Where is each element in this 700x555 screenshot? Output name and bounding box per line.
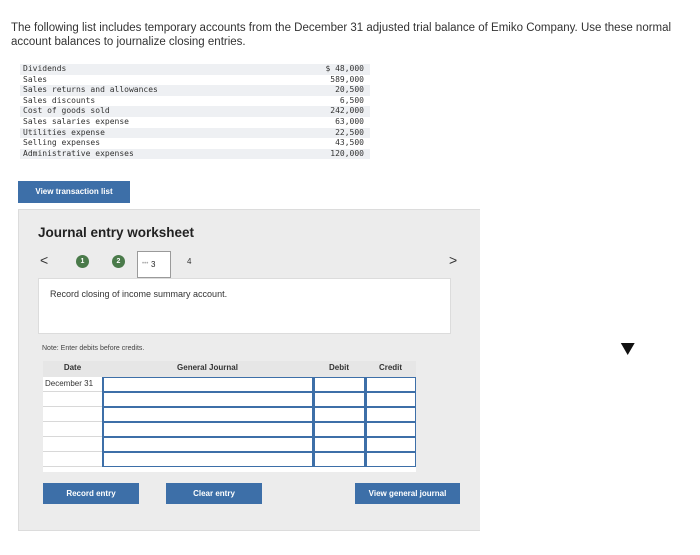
credit-input[interactable] [365, 392, 416, 407]
instruction-box: Record closing of income summary account… [38, 278, 451, 334]
account-amount: 43,500 [335, 138, 364, 148]
account-amount: 242,000 [330, 106, 364, 116]
column-header-date: Date [43, 361, 102, 377]
account-amount: $ 48,000 [325, 64, 364, 73]
list-item: Cost of goods sold 242,000 [20, 106, 370, 117]
list-item: Sales 589,000 [20, 75, 370, 86]
step-3-label: 3 [151, 260, 156, 269]
step-connector-icon: ••• [142, 261, 149, 267]
credit-input[interactable] [365, 452, 416, 467]
date-cell: December 31 [43, 377, 102, 392]
account-name: Sales salaries expense [23, 116, 129, 126]
previous-step-icon[interactable]: < [40, 252, 48, 268]
step-1-badge[interactable]: 1 [76, 255, 89, 268]
general-journal-input[interactable] [102, 407, 313, 422]
account-amount: 22,500 [335, 127, 364, 137]
table-row [43, 422, 416, 437]
table-row [43, 452, 416, 467]
general-journal-input[interactable] [102, 377, 313, 392]
credit-input[interactable] [365, 377, 416, 392]
mouse-cursor-icon [617, 336, 635, 356]
view-general-journal-button[interactable]: View general journal [355, 483, 460, 504]
account-amount: 63,000 [335, 116, 364, 126]
account-name: Selling expenses [23, 138, 101, 148]
account-name: Utilities expense [23, 127, 105, 137]
list-item: Sales salaries expense 63,000 [20, 117, 370, 128]
credit-input[interactable] [365, 437, 416, 452]
account-amount: 589,000 [330, 74, 364, 84]
step-3-current[interactable]: ••• 3 [137, 251, 171, 278]
date-cell [43, 422, 102, 437]
journal-table: Date General Journal Debit Credit Decemb… [43, 361, 416, 472]
date-cell [43, 407, 102, 422]
step-2-badge[interactable]: 2 [112, 255, 125, 268]
worksheet-title: Journal entry worksheet [38, 225, 195, 240]
credit-input[interactable] [365, 422, 416, 437]
record-entry-button[interactable]: Record entry [43, 483, 139, 504]
account-name: Sales discounts [23, 95, 96, 105]
general-journal-input[interactable] [102, 422, 313, 437]
list-item: Selling expenses 43,500 [20, 138, 370, 149]
table-row [43, 407, 416, 422]
debit-input[interactable] [313, 422, 365, 437]
clear-entry-button[interactable]: Clear entry [166, 483, 262, 504]
table-row [43, 392, 416, 407]
list-item: Sales returns and allowances 20,500 [20, 85, 370, 96]
account-name: Cost of goods sold [23, 106, 110, 116]
step-4-label[interactable]: 4 [187, 257, 191, 266]
general-journal-input[interactable] [102, 452, 313, 467]
trial-balance-list: Dividends $ 48,000 Sales 589,000 Sales r… [20, 64, 370, 160]
general-journal-input[interactable] [102, 392, 313, 407]
account-name: Dividends [23, 64, 67, 73]
column-header-debit: Debit [313, 361, 365, 377]
list-item: Utilities expense 22,500 [20, 127, 370, 139]
table-row: December 31 [43, 377, 416, 392]
account-name: Sales returns and allowances [23, 85, 158, 95]
account-amount: 120,000 [330, 148, 364, 158]
list-item: Dividends $ 48,000 [20, 64, 370, 75]
entry-note: Note: Enter debits before credits. [42, 345, 145, 352]
table-row [43, 437, 416, 452]
debit-input[interactable] [313, 392, 365, 407]
list-item: Sales discounts 6,500 [20, 96, 370, 107]
list-item: Administrative expenses 120,000 [20, 148, 370, 160]
date-cell [43, 392, 102, 407]
date-cell [43, 452, 102, 467]
debit-input[interactable] [313, 377, 365, 392]
general-journal-input[interactable] [102, 437, 313, 452]
debit-input[interactable] [313, 407, 365, 422]
account-name: Administrative expenses [23, 148, 134, 158]
view-transaction-list-button[interactable]: View transaction list [18, 181, 130, 203]
problem-prompt: The following list includes temporary ac… [11, 22, 672, 48]
next-step-icon[interactable]: > [449, 252, 457, 268]
account-amount: 20,500 [335, 85, 364, 95]
column-header-general-journal: General Journal [102, 361, 313, 377]
debit-input[interactable] [313, 437, 365, 452]
debit-input[interactable] [313, 452, 365, 467]
date-cell [43, 437, 102, 452]
credit-input[interactable] [365, 407, 416, 422]
instruction-text: Record closing of income summary account… [50, 289, 228, 299]
account-name: Sales [23, 74, 48, 84]
column-header-credit: Credit [365, 361, 416, 377]
account-amount: 6,500 [339, 95, 364, 105]
